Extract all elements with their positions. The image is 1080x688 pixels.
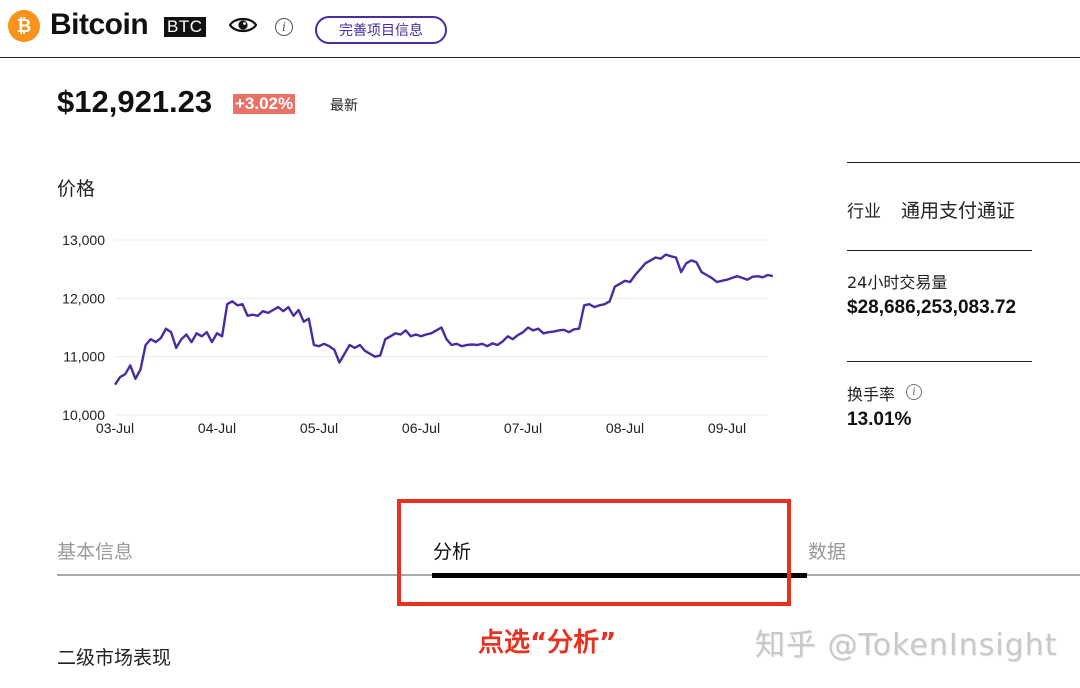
tab-data[interactable]: 数据 [808, 537, 846, 564]
info-icon[interactable]: i [275, 18, 293, 36]
turnover-value: 13.01% [847, 409, 912, 430]
stats-divider [847, 250, 1032, 251]
coin-symbol-badge: BTC [164, 17, 206, 37]
price-chart: 10,00011,00012,00013,00003-Jul 04-Jul 05-J… [62, 232, 774, 436]
x-tick-label: 03-Jul [96, 420, 134, 436]
y-tick-label: 12,000 [62, 290, 105, 306]
y-tick-label: 13,000 [62, 232, 105, 248]
bitcoin-logo-icon: ₿ [8, 10, 40, 42]
industry-label: 行业 [847, 202, 881, 222]
price-series-line [114, 253, 774, 386]
header-divider [0, 57, 1080, 58]
price-latest-label: 最新 [330, 98, 358, 114]
annotation-text: 点选“分析” [478, 628, 617, 658]
chart-title: 价格 [57, 178, 96, 200]
stats-divider [847, 361, 1032, 362]
x-tick-label: 09-Jul [708, 420, 746, 436]
info-icon[interactable]: i [906, 384, 922, 400]
complete-project-info-button[interactable]: 完善项目信息 [315, 16, 447, 44]
annotation-highlight-box [397, 499, 791, 606]
stats-divider [847, 162, 1080, 163]
y-tick-label: 11,000 [63, 349, 105, 365]
watermark: 知乎 @TokenInsight [755, 628, 1058, 663]
volume-label: 24小时交易量 [847, 273, 948, 292]
x-tick-label: 08-Jul [606, 420, 644, 436]
price-change-badge: +3.02% [233, 94, 296, 114]
coin-name: Bitcoin [50, 8, 149, 41]
price-value: $12,921.23 [57, 84, 213, 119]
turnover-label: 换手率 [847, 385, 896, 404]
eye-icon[interactable] [229, 15, 257, 35]
x-tick-label: 06-Jul [402, 420, 440, 436]
section-title: 二级市场表现 [57, 647, 172, 669]
x-tick-label: 04-Jul [198, 420, 236, 436]
volume-value: $28,686,253,083.72 [847, 297, 1017, 318]
x-tick-label: 07-Jul [504, 420, 542, 436]
x-tick-label: 05-Jul [300, 420, 338, 436]
industry-value: 通用支付通证 [901, 200, 1016, 222]
tab-basic-info[interactable]: 基本信息 [57, 537, 133, 564]
